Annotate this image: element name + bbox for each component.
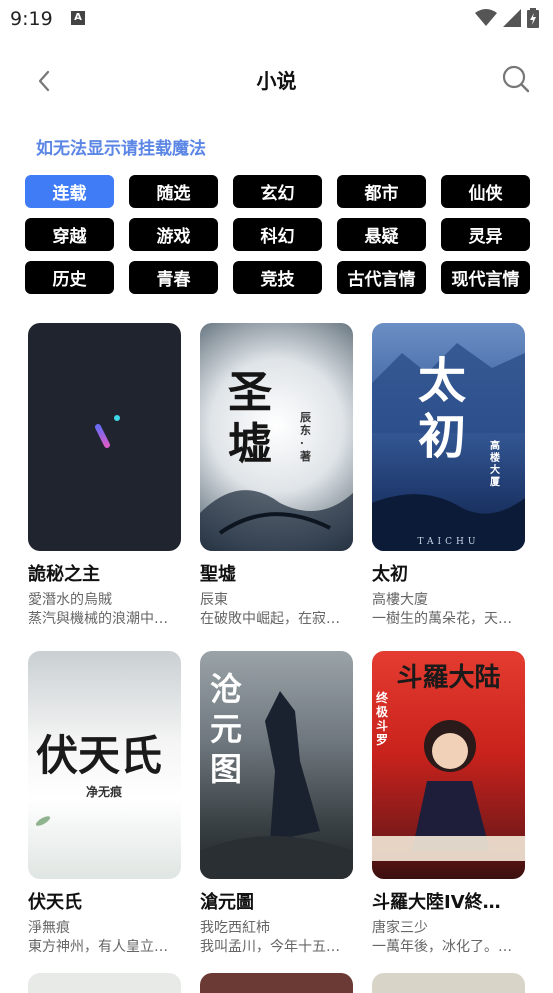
book-cover	[28, 323, 181, 551]
book-description: 一萬年後，冰化了。…	[372, 939, 512, 955]
book-grid: 詭秘之主 愛潛水的烏賊 蒸汽與機械的浪潮中… 圣墟 辰东·著 聖墟 辰東 在破敗…	[28, 323, 528, 957]
cover-ink-splash	[200, 490, 353, 551]
tag-sports[interactable]: 竞技	[233, 261, 322, 294]
tag-serial[interactable]: 连载	[25, 175, 114, 208]
tag-youth[interactable]: 青春	[129, 261, 218, 294]
book-cover-peek[interactable]	[200, 973, 353, 993]
book-author: 我吃西紅柿	[200, 920, 270, 936]
book-author: 淨無痕	[28, 920, 70, 936]
tag-ancient-romance[interactable]: 古代言情	[337, 261, 426, 294]
tag-urban[interactable]: 都市	[337, 175, 426, 208]
book-card[interactable]: 沧元图 滄元圖 我吃西紅柿 我叫孟川，今年十五…	[200, 651, 353, 957]
category-tags: 连载 随选 玄幻 都市 仙侠 穿越 游戏 科幻 悬疑 灵异 历史 青春 竞技 古…	[25, 175, 530, 294]
cover-title-text: 沧元图	[210, 670, 243, 788]
tag-modern-romance[interactable]: 现代言情	[441, 261, 530, 294]
book-cover-peek[interactable]	[372, 973, 525, 993]
book-card[interactable]: 伏天氏 净无痕 伏天氏 淨無痕 東方神州，有人皇立…	[28, 651, 181, 957]
book-cover: 斗羅大陆 终极斗罗	[372, 651, 525, 879]
tag-scifi[interactable]: 科幻	[233, 218, 322, 251]
cover-leaf	[35, 816, 51, 826]
signal-icon	[503, 9, 521, 27]
book-title: 太初	[372, 564, 408, 585]
notice-text: 如无法显示请挂载魔法	[36, 139, 206, 159]
tag-random[interactable]: 随选	[129, 175, 218, 208]
book-description: 東方神州，有人皇立…	[28, 939, 168, 955]
book-description: 在破敗中崛起，在寂…	[200, 611, 340, 627]
book-card[interactable]: 詭秘之主 愛潛水的烏賊 蒸汽與機械的浪潮中…	[28, 323, 181, 629]
status-time: 9:19	[10, 8, 53, 30]
status-icons	[475, 8, 539, 28]
book-author: 高樓大廈	[372, 592, 428, 608]
tag-xianxia[interactable]: 仙侠	[441, 175, 530, 208]
book-card[interactable]: 太初 高楼大厦 TAICHU 太初 高樓大廈 一樹生的萬朵花，天…	[372, 323, 525, 629]
search-icon[interactable]	[501, 64, 531, 94]
cover-english-title: TAICHU	[417, 537, 480, 547]
book-author: 愛潛水的烏賊	[28, 592, 112, 608]
book-cover-peek[interactable]	[28, 973, 181, 993]
book-cover: 太初 高楼大厦 TAICHU	[372, 323, 525, 551]
book-card[interactable]: 斗羅大陆 终极斗罗 斗羅大陸IV終… 唐家三少 一萬年後，冰化了。…	[372, 651, 525, 957]
book-description: 一樹生的萬朵花，天…	[372, 611, 512, 627]
header: 小说	[0, 56, 553, 106]
tag-game[interactable]: 游戏	[129, 218, 218, 251]
book-description: 我叫孟川，今年十五…	[200, 939, 340, 955]
cover-subtitle-text: 终极斗罗	[376, 691, 389, 747]
wifi-icon	[475, 9, 497, 26]
tag-mystery[interactable]: 悬疑	[337, 218, 426, 251]
app-logo-icon	[95, 415, 120, 448]
book-description: 蒸汽與機械的浪潮中…	[28, 611, 168, 627]
book-title: 詭秘之主	[28, 564, 100, 585]
cover-author-text: 高楼大厦	[490, 441, 500, 488]
cover-title-text: 太初	[418, 353, 467, 465]
cover-title-text: 斗羅大陆	[396, 663, 501, 693]
tag-fantasy[interactable]: 玄幻	[233, 175, 322, 208]
book-title: 斗羅大陸IV終…	[372, 892, 501, 913]
book-title: 伏天氏	[28, 892, 82, 913]
page-title: 小说	[256, 69, 297, 93]
book-cover: 沧元图	[200, 651, 353, 879]
book-card[interactable]: 圣墟 辰东·著 聖墟 辰東 在破敗中崛起，在寂…	[200, 323, 353, 629]
battery-icon	[527, 8, 539, 28]
book-cover: 伏天氏 净无痕	[28, 651, 181, 879]
book-cover: 圣墟 辰东·著	[200, 323, 353, 551]
book-author: 辰東	[200, 592, 228, 608]
tag-supernatural[interactable]: 灵异	[441, 218, 530, 251]
book-author: 唐家三少	[372, 920, 428, 936]
book-title: 滄元圖	[200, 892, 254, 913]
notification-a-icon: A	[71, 11, 85, 25]
book-title: 聖墟	[200, 564, 236, 585]
tag-history[interactable]: 历史	[25, 261, 114, 294]
status-bar: 9:19 A	[0, 0, 553, 40]
tag-time-travel[interactable]: 穿越	[25, 218, 114, 251]
